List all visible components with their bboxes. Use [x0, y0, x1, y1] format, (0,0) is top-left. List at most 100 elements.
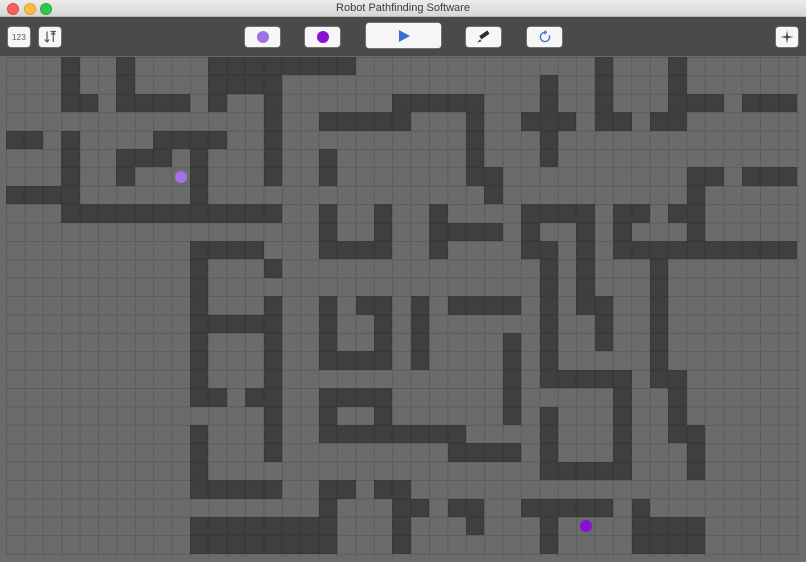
wall-cell[interactable]: [263, 517, 282, 536]
wall-cell[interactable]: [521, 222, 540, 241]
wall-cell[interactable]: [778, 241, 798, 260]
wall-cell[interactable]: [502, 333, 522, 352]
wall-cell[interactable]: [263, 130, 282, 149]
wall-cell[interactable]: [226, 314, 246, 333]
wall-cell[interactable]: [686, 167, 706, 186]
wall-cell[interactable]: [631, 204, 650, 223]
wall-cell[interactable]: [263, 296, 282, 315]
wall-cell[interactable]: [190, 204, 209, 223]
wall-cell[interactable]: [208, 93, 227, 113]
wall-cell[interactable]: [190, 296, 209, 315]
wall-cell[interactable]: [539, 314, 558, 333]
wall-cell[interactable]: [760, 167, 779, 186]
wall-cell[interactable]: [686, 461, 706, 481]
wall-cell[interactable]: [410, 351, 430, 370]
wall-cell[interactable]: [447, 296, 466, 315]
wall-cell[interactable]: [116, 167, 135, 186]
wall-cell[interactable]: [134, 204, 154, 223]
wall-cell[interactable]: [208, 314, 227, 333]
wall-cell[interactable]: [686, 204, 706, 223]
wall-cell[interactable]: [263, 535, 282, 554]
wall-cell[interactable]: [171, 93, 190, 113]
wall-cell[interactable]: [392, 498, 411, 517]
wall-cell[interactable]: [466, 167, 485, 186]
wall-cell[interactable]: [61, 167, 80, 186]
end-marker[interactable]: [579, 520, 592, 533]
wall-cell[interactable]: [226, 535, 246, 554]
wall-cell[interactable]: [6, 130, 25, 149]
wall-cell[interactable]: [355, 241, 374, 260]
wall-cell[interactable]: [576, 222, 595, 241]
wall-cell[interactable]: [61, 149, 80, 168]
wall-cell[interactable]: [245, 241, 264, 260]
wall-cell[interactable]: [318, 535, 338, 554]
wall-cell[interactable]: [392, 535, 411, 554]
wall-cell[interactable]: [613, 388, 632, 407]
wall-cell[interactable]: [576, 277, 595, 297]
wall-cell[interactable]: [318, 517, 338, 536]
wall-cell[interactable]: [594, 314, 614, 333]
draw-walls-button[interactable]: [466, 27, 501, 47]
run-button[interactable]: [366, 23, 441, 48]
wall-cell[interactable]: [742, 93, 761, 113]
wall-cell[interactable]: [245, 388, 264, 407]
wall-cell[interactable]: [208, 130, 227, 149]
wall-cell[interactable]: [263, 204, 282, 223]
wall-cell[interactable]: [539, 277, 558, 297]
wall-cell[interactable]: [392, 93, 411, 113]
wall-cell[interactable]: [226, 204, 246, 223]
wall-cell[interactable]: [208, 535, 227, 554]
wall-cell[interactable]: [300, 57, 319, 76]
wall-cell[interactable]: [631, 517, 650, 536]
wall-cell[interactable]: [190, 314, 209, 333]
wall-cell[interactable]: [539, 535, 558, 554]
wall-cell[interactable]: [429, 204, 448, 223]
wall-cell[interactable]: [116, 57, 135, 76]
wall-cell[interactable]: [686, 425, 706, 444]
sort-button[interactable]: [39, 27, 61, 47]
wall-cell[interactable]: [171, 204, 190, 223]
wall-cell[interactable]: [190, 277, 209, 297]
wall-cell[interactable]: [613, 241, 632, 260]
wall-cell[interactable]: [539, 351, 558, 370]
wall-cell[interactable]: [613, 443, 632, 462]
wall-cell[interactable]: [355, 388, 374, 407]
wall-cell[interactable]: [484, 185, 503, 205]
wall-cell[interactable]: [447, 425, 466, 444]
wall-cell[interactable]: [245, 480, 264, 499]
wall-cell[interactable]: [61, 130, 80, 149]
wall-cell[interactable]: [760, 241, 779, 260]
wall-cell[interactable]: [374, 314, 393, 333]
wall-cell[interactable]: [318, 222, 338, 241]
wall-cell[interactable]: [190, 443, 209, 462]
wall-cell[interactable]: [337, 112, 356, 131]
wall-cell[interactable]: [263, 314, 282, 333]
wall-cell[interactable]: [539, 498, 558, 517]
wall-cell[interactable]: [668, 112, 687, 131]
wall-cell[interactable]: [190, 517, 209, 536]
wall-cell[interactable]: [594, 93, 614, 113]
wall-cell[interactable]: [650, 241, 669, 260]
wall-cell[interactable]: [742, 167, 761, 186]
wall-cell[interactable]: [447, 93, 466, 113]
wall-cell[interactable]: [521, 498, 540, 517]
pathfinding-grid[interactable]: [6, 57, 801, 557]
wall-cell[interactable]: [539, 333, 558, 352]
wall-cell[interactable]: [263, 480, 282, 499]
wall-cell[interactable]: [668, 406, 687, 425]
wall-cell[interactable]: [374, 296, 393, 315]
toggle-numbers-button[interactable]: 123: [8, 27, 30, 47]
wall-cell[interactable]: [613, 222, 632, 241]
wall-cell[interactable]: [650, 277, 669, 297]
wall-cell[interactable]: [539, 443, 558, 462]
wall-cell[interactable]: [263, 75, 282, 94]
wall-cell[interactable]: [300, 535, 319, 554]
wall-cell[interactable]: [263, 351, 282, 370]
wall-cell[interactable]: [429, 222, 448, 241]
wall-cell[interactable]: [594, 75, 614, 94]
wall-cell[interactable]: [502, 388, 522, 407]
wall-cell[interactable]: [410, 314, 430, 333]
wall-cell[interactable]: [318, 241, 338, 260]
wall-cell[interactable]: [355, 425, 374, 444]
wall-cell[interactable]: [263, 167, 282, 186]
